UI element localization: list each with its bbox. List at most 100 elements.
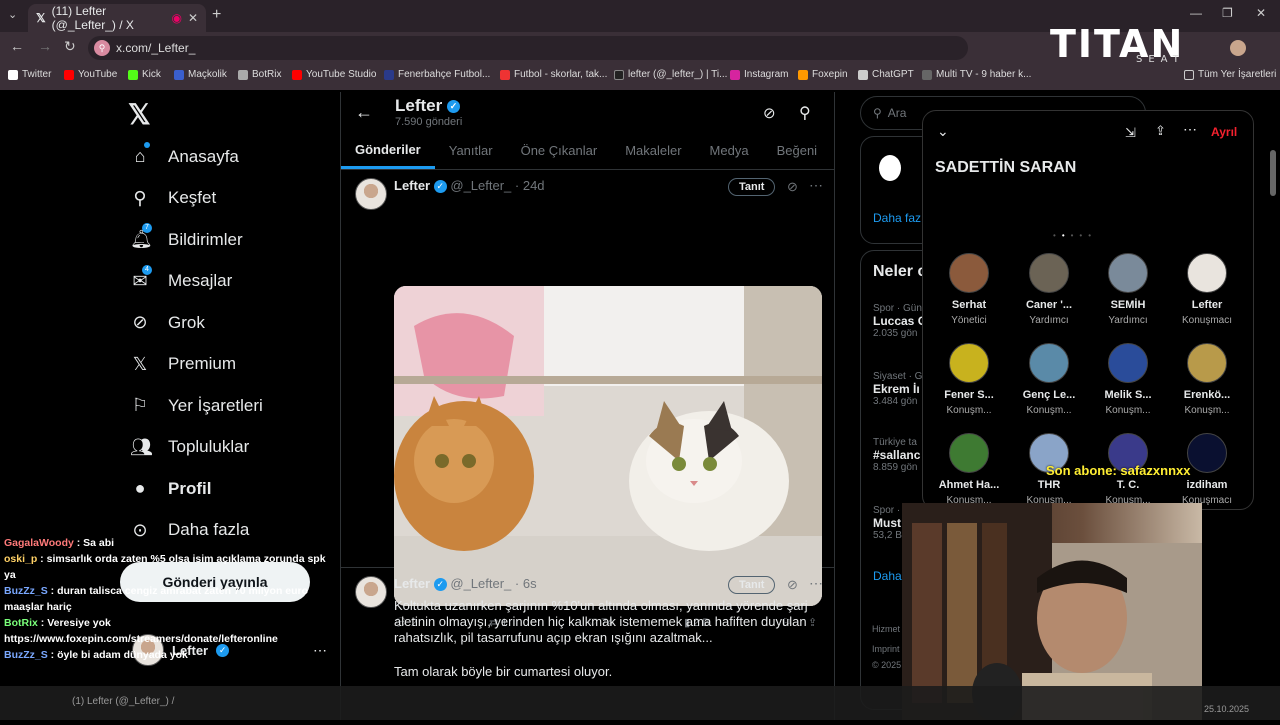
sidebar-item-notifications[interactable]: 🔔︎ 7 Bildirimler — [120, 219, 340, 261]
tab-list-chevron-icon[interactable]: ⌄ — [8, 8, 17, 21]
speaker-tile[interactable]: Fener S... Konuşm... — [929, 343, 1009, 416]
tab-media[interactable]: Medya — [696, 132, 763, 169]
sidebar-item-label: Yer İşaretleri — [168, 395, 263, 415]
sidebar-item-communities[interactable]: 👥︎ Topluluklar — [120, 427, 340, 469]
bookmark-futbol[interactable]: Futbol - skorlar, tak... — [500, 69, 607, 80]
trends-more-link[interactable]: Daha — [873, 569, 902, 583]
bookmark-mackolik[interactable]: Maçkolik — [174, 69, 227, 80]
bookmark-kick[interactable]: Kick — [128, 69, 161, 80]
x-logo-icon[interactable]: 𝕏 — [120, 92, 340, 136]
sidebar-item-messages[interactable]: ✉ 4 Mesajlar — [120, 261, 340, 303]
footer-terms[interactable]: Hizmet — [872, 624, 900, 634]
trend-item[interactable]: Türkiye ta #sallanc 8.859 gön — [873, 437, 920, 473]
share-space-icon[interactable]: ⇪ — [1155, 123, 1166, 139]
taskbar-item[interactable]: (1) Lefter (@_Lefter_) / — [72, 696, 174, 707]
besiktas-logo-icon[interactable] — [879, 155, 901, 181]
bookmark-foxepin[interactable]: Foxepin — [798, 69, 848, 80]
tab-posts[interactable]: Gönderiler — [341, 132, 435, 169]
chat-username: BuzZz_S — [4, 649, 48, 661]
window-close-icon[interactable]: ✕ — [1256, 6, 1266, 20]
tweet-avatar[interactable] — [355, 178, 387, 210]
profile-avatar-icon[interactable] — [1230, 40, 1246, 56]
address-bar[interactable]: ⚲ x.com/_Lefter_ — [88, 36, 968, 60]
minimize-space-icon[interactable]: ⇲ — [1125, 125, 1136, 141]
collapse-chevron-icon[interactable]: ⌄ — [937, 123, 949, 140]
tab-articles[interactable]: Makaleler — [611, 132, 695, 169]
leave-space-button[interactable]: Ayrıl — [1211, 125, 1237, 139]
browser-tab[interactable]: 𝕏 (11) Lefter (@_Lefter_) / X ◉ ✕ — [28, 4, 206, 32]
speaker-avatar — [1187, 253, 1227, 293]
tweet-time[interactable]: · 6s — [515, 576, 537, 591]
tab-likes[interactable]: Beğeni — [763, 132, 831, 169]
bookmark-twitter[interactable]: Twitter — [8, 69, 51, 80]
tweet-more-icon[interactable]: ⋯ — [809, 177, 823, 194]
tweet[interactable]: Lefter ✓ @_Lefter_ · 24d Tanıt ⊘ ⋯ 💬︎ 2 … — [341, 170, 834, 629]
site-info-icon[interactable]: ⚲ — [94, 40, 110, 56]
forward-icon[interactable]: → — [38, 38, 52, 54]
search-icon: ⚲ — [873, 106, 882, 120]
grok-tweet-icon[interactable]: ⊘ — [787, 577, 798, 593]
bookmark-tiktok[interactable]: lefter (@_lefter_) | Ti... — [614, 69, 727, 80]
tweet-handle[interactable]: @_Lefter_ — [450, 576, 511, 591]
tweet-more-icon[interactable]: ⋯ — [809, 575, 823, 592]
reload-icon[interactable]: ↻ — [64, 38, 76, 55]
speaker-tile[interactable]: SEMİH Yardımcı — [1088, 253, 1168, 326]
bookmark-instagram[interactable]: Instagram — [730, 69, 788, 80]
speaker-tile[interactable]: Lefter Konuşmacı — [1167, 253, 1247, 326]
trend-item[interactable]: Siyaset · G Ekrem İı 3.484 gön — [873, 371, 922, 407]
back-arrow-icon[interactable]: ← — [355, 102, 373, 123]
sidebar-item-home[interactable]: ⌂ Anasayfa — [120, 136, 340, 178]
tweet-author[interactable]: Lefter — [394, 178, 430, 193]
speaker-tile[interactable]: Serhat Yönetici — [929, 253, 1009, 326]
sidebar-item-label: Mesajlar — [168, 271, 233, 291]
tweet[interactable]: Lefter ✓ @_Lefter_ · 6s Tanıt ⊘ ⋯ Koltuk… — [341, 568, 834, 698]
speaker-tile[interactable]: Melik S... Konuşm... — [1088, 343, 1168, 416]
grok-header-icon[interactable]: ⊘ — [763, 104, 776, 122]
sidebar-item-premium[interactable]: 𝕏 Premium — [120, 344, 340, 386]
speaker-avatar — [949, 253, 989, 293]
bookmark-chatgpt[interactable]: ChatGPT — [858, 69, 914, 80]
promote-button[interactable]: Tanıt — [728, 576, 776, 594]
speaker-tile[interactable]: Ahmet Ha... Konuşm... — [929, 433, 1009, 506]
bookmark-botrix[interactable]: BotRix — [238, 69, 281, 80]
new-tab-icon[interactable]: + — [212, 6, 221, 24]
tweet-time[interactable]: · 24d — [515, 178, 545, 193]
search-header-icon[interactable]: ⚲ — [799, 103, 811, 123]
audio-icon[interactable]: ◉ — [171, 11, 181, 25]
back-icon[interactable]: ← — [10, 38, 24, 54]
bookmark-youtube-studio[interactable]: YouTube Studio — [292, 69, 376, 80]
tweet-handle[interactable]: @_Lefter_ — [450, 178, 511, 193]
tab-highlights[interactable]: Öne Çıkanlar — [507, 132, 612, 169]
space-title: SADETTİN SARAN — [935, 159, 1077, 176]
space-panel: ⌄ ⇲ ⇪ ⋯ Ayrıl SADETTİN SARAN ••••• Serha… — [922, 110, 1254, 510]
sidebar-item-explore[interactable]: ⚲ Keşfet — [120, 178, 340, 220]
speaker-name: Serhat — [951, 299, 987, 311]
youtube-icon — [64, 69, 74, 80]
sidebar-item-profile[interactable]: ● Profil — [120, 468, 340, 510]
suggest-more-link[interactable]: Daha faz — [873, 211, 921, 225]
grok-tweet-icon[interactable]: ⊘ — [787, 179, 798, 195]
sidebar-item-grok[interactable]: ⊘ Grok — [120, 302, 340, 344]
bookmark-label: Tüm Yer İşaretleri — [1198, 69, 1277, 80]
promote-button[interactable]: Tanıt — [728, 178, 776, 196]
speaker-tile[interactable]: Genç Le... Konuşm... — [1009, 343, 1089, 416]
minimize-icon[interactable]: — — [1190, 6, 1202, 20]
speaker-tile[interactable]: Caner '... Yardımcı — [1009, 253, 1089, 326]
scrollbar[interactable] — [1270, 150, 1276, 196]
tab-close-icon[interactable]: ✕ — [188, 11, 198, 25]
notifications-badge: 7 — [142, 223, 152, 233]
space-more-icon[interactable]: ⋯ — [1183, 121, 1197, 138]
bookmark-all[interactable]: Tüm Yer İşaretleri — [1184, 69, 1276, 80]
tweet-image-cats[interactable] — [394, 286, 822, 606]
sidebar-item-bookmarks[interactable]: ⚐ Yer İşaretleri — [120, 385, 340, 427]
bookmark-youtube[interactable]: YouTube — [64, 69, 117, 80]
tab-replies[interactable]: Yanıtlar — [435, 132, 507, 169]
tweet-avatar[interactable] — [355, 576, 387, 608]
tweet-author[interactable]: Lefter — [394, 576, 430, 591]
trend-item[interactable]: Spor · Gün Luccas C 2.035 gön — [873, 303, 926, 339]
speaker-tile[interactable]: Erenkö... Konuşm... — [1167, 343, 1247, 416]
maximize-icon[interactable]: ❐ — [1222, 6, 1233, 20]
bookmark-fenerbahce[interactable]: Fenerbahçe Futbol... — [384, 69, 490, 80]
bookmark-multitv[interactable]: Multi TV - 9 haber k... — [922, 69, 1031, 80]
footer-imprint[interactable]: Imprint — [872, 644, 900, 654]
